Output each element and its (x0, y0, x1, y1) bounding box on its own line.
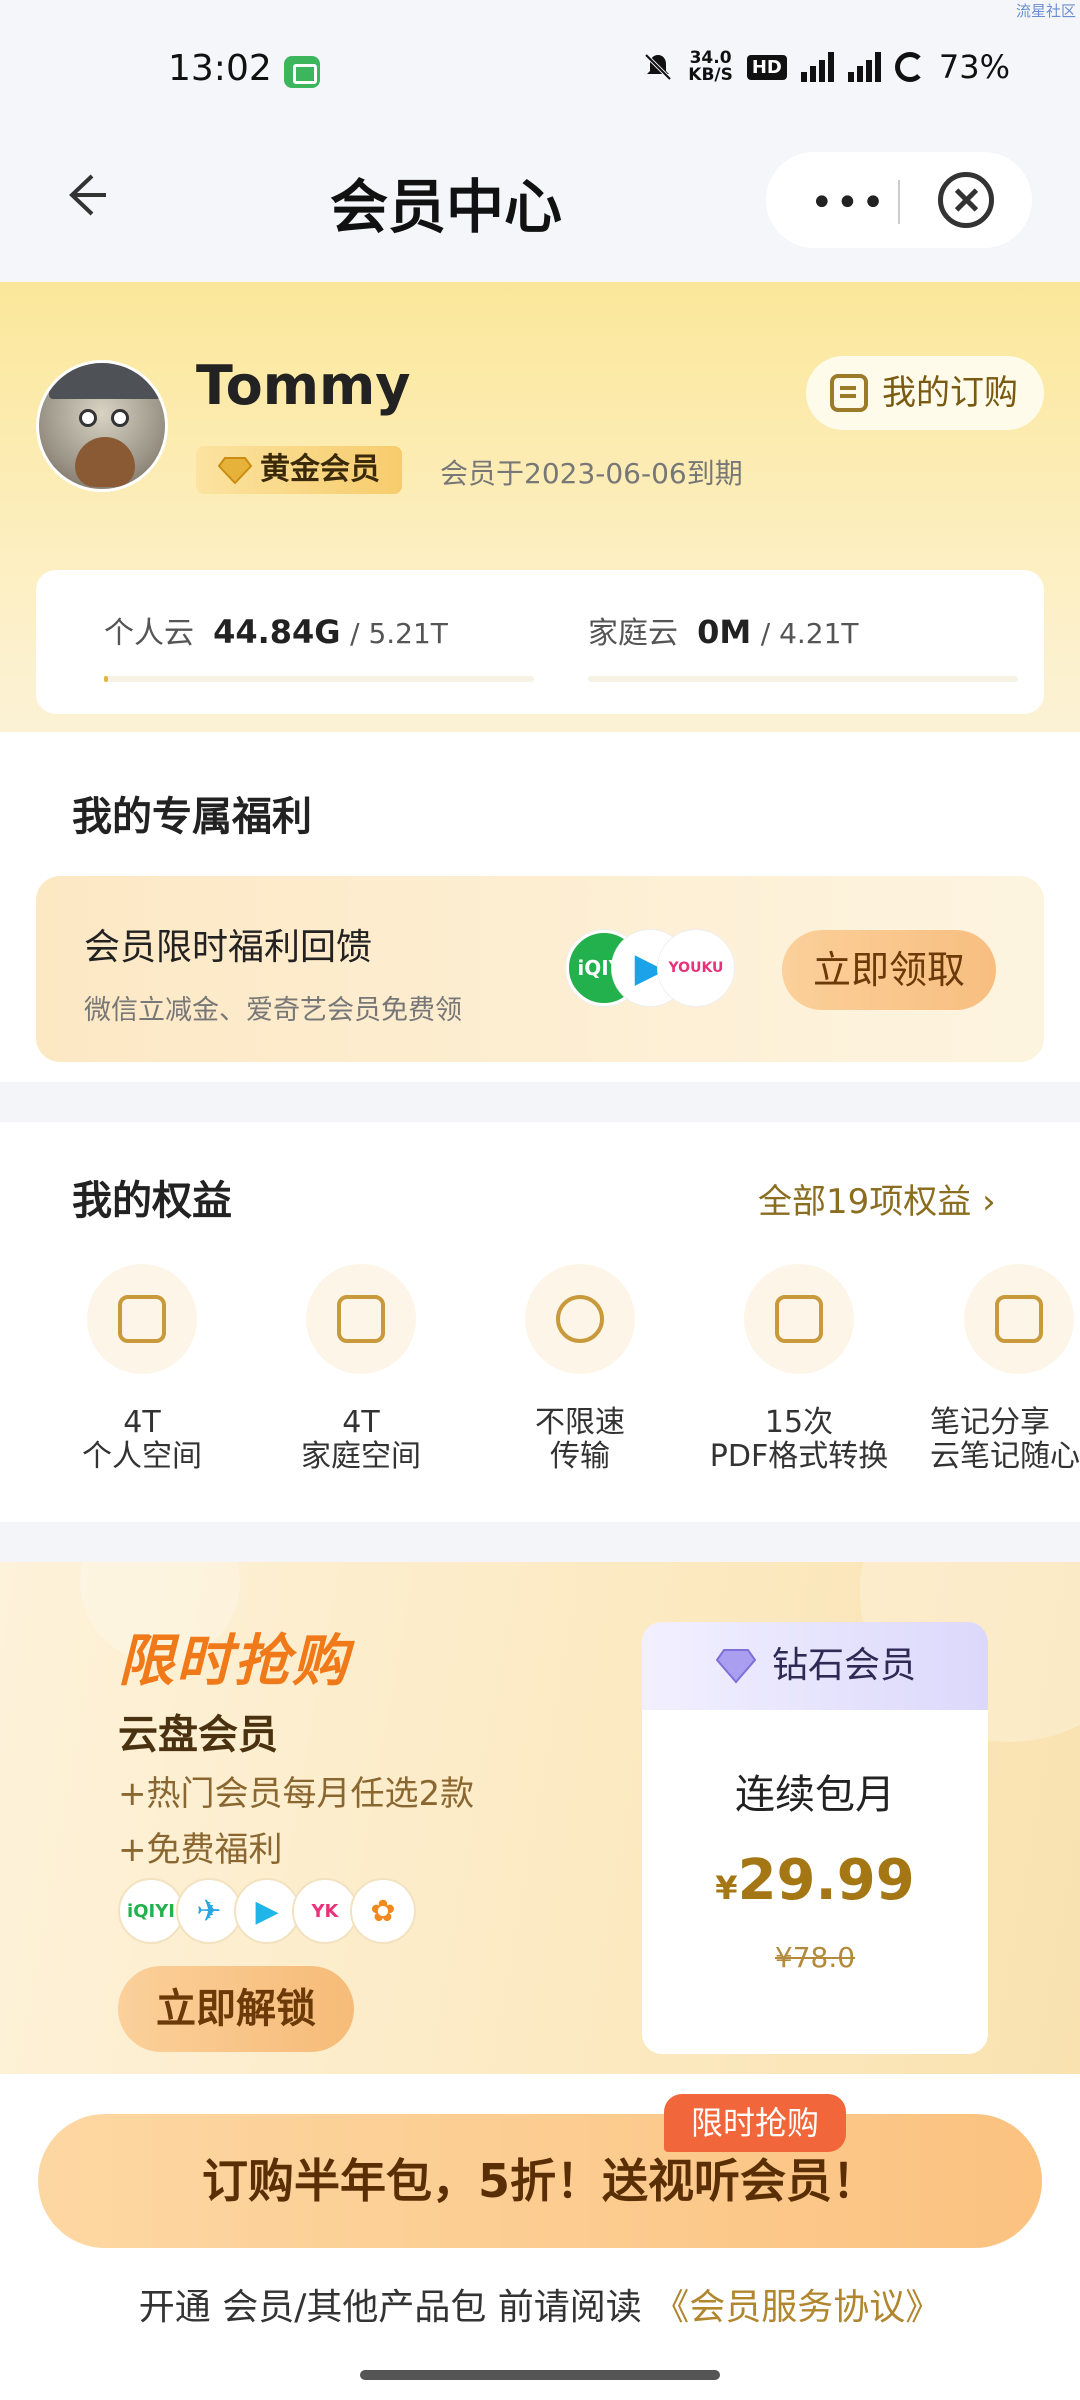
right-item-note-share[interactable]: 笔记分享 云笔记随心 (908, 1264, 1080, 1474)
welfare-card[interactable]: 会员限时福利回馈 微信立减金、爱奇艺会员免费领 iQIYI ▶ YOUKU 立即… (36, 876, 1044, 1062)
agreement-notice: 开通 会员/其他产品包 前请阅读 《会员服务协议》 (138, 2287, 942, 2328)
note-share-icon (964, 1264, 1074, 1374)
capsule-divider (898, 180, 900, 224)
section-title: 我的权益 (72, 1178, 232, 1224)
member-level-badge: 黄金会员 (196, 446, 402, 494)
lightning-icon (525, 1264, 635, 1374)
right-item-value: 不限速 (535, 1405, 625, 1440)
youku-logo-icon: YOUKU (658, 930, 734, 1006)
product-name: 云盘会员 (118, 1712, 278, 1758)
status-bar: 流星社区 13:02 34.0 KB/S HD 73% (0, 0, 1080, 110)
personal-cloud-usage: 个人云 44.84G / 5.21T (104, 613, 448, 651)
right-item-label: 云笔记随心 (930, 1439, 1080, 1474)
plan-price: ¥29.99 (715, 1848, 915, 1913)
mute-bell-icon (644, 53, 672, 81)
avatar[interactable] (36, 360, 168, 492)
status-icons: 34.0 KB/S HD 73% (642, 48, 1010, 86)
message-app-icon (284, 56, 320, 88)
right-item-label: 传输 (550, 1439, 610, 1474)
flash-sale-banner: 限时抢购 云盘会员 +热门会员每月任选2款 +免费福利 iQIYI ✈ ▶ YK… (0, 1562, 1080, 2074)
plan-cycle: 连续包月 (735, 1772, 895, 1818)
partner-app-logos: iQIYI ✈ ▶ YK ✿ (118, 1878, 416, 1944)
page-title: 会员中心 (330, 173, 563, 241)
welfare-subtitle: 微信立减金、爱奇艺会员免费领 (84, 995, 462, 1026)
right-item-label: 家庭空间 (301, 1439, 421, 1474)
signal-4g-icon (800, 52, 834, 82)
half-year-purchase-button[interactable]: 订购半年包，5折！送视听会员！ (38, 2114, 1042, 2248)
right-item-value: 4T (123, 1405, 161, 1440)
service-agreement-link[interactable]: 《会员服务协议》 (653, 2287, 941, 2328)
right-item-value: 笔记分享 (930, 1405, 1050, 1440)
unlock-now-button[interactable]: 立即解锁 (118, 1966, 354, 2052)
status-time: 13:02 (168, 48, 272, 89)
section-title: 我的专属福利 (72, 794, 312, 840)
battery-icon (894, 52, 925, 82)
mango-logo-icon: ✿ (350, 1878, 416, 1944)
product-benefit-2: +免费福利 (118, 1830, 283, 1870)
hard-drive-icon (87, 1264, 197, 1374)
tencent-video-logo-icon: ✈ (176, 1878, 242, 1944)
net-speed: 34.0 KB/S (688, 48, 733, 85)
iqiyi-logo-icon: iQIYI (118, 1878, 184, 1944)
right-item-value: 15次 (764, 1405, 834, 1440)
plan-header: 钻石会员 (642, 1622, 988, 1710)
home-indicator[interactable] (360, 2370, 720, 2380)
gold-diamond-icon (218, 457, 252, 484)
right-item-family-space[interactable]: 4T 家庭空间 (261, 1264, 461, 1474)
family-cloud-usage: 家庭云 0M / 4.21T (588, 613, 859, 651)
diamond-plan-card[interactable]: 钻石会员 连续包月 ¥29.99 ¥78.0 (642, 1622, 988, 2054)
order-list-icon (830, 374, 868, 412)
back-arrow-icon[interactable] (60, 170, 110, 220)
my-rights-section: 我的权益 全部19项权益 › 4T 个人空间 4T 家庭空间 不限速 传输 15… (0, 1122, 1080, 1522)
mini-program-capsule: ••• (766, 152, 1032, 248)
right-item-personal-space[interactable]: 4T 个人空间 (42, 1264, 242, 1474)
bottom-purchase-bar: 订购半年包，5折！送视听会员！ 限时抢购 开通 会员/其他产品包 前请阅读 《会… (0, 2074, 1080, 2400)
exclusive-welfare-section: 我的专属福利 会员限时福利回馈 微信立减金、爱奇艺会员免费领 iQIYI ▶ Y… (0, 732, 1080, 1082)
profile-header: Tommy 黄金会员 会员于2023-06-06到期 我的订购 个人云 44.8… (0, 282, 1080, 732)
right-item-label: 个人空间 (82, 1439, 202, 1474)
right-item-unlimited-speed[interactable]: 不限速 传输 (480, 1264, 680, 1474)
diamond-icon (716, 1649, 756, 1684)
my-order-button[interactable]: 我的订购 (806, 356, 1044, 430)
username: Tommy (196, 354, 411, 417)
hd-icon: HD (746, 54, 787, 80)
claim-now-button[interactable]: 立即领取 (782, 930, 996, 1010)
welfare-title: 会员限时福利回馈 (84, 927, 373, 968)
flash-sale-title: 限时抢购 (118, 1629, 350, 1694)
product-benefit-1: +热门会员每月任选2款 (118, 1774, 475, 1814)
plan-original-price: ¥78.0 (774, 1941, 856, 1974)
flash-sale-tag: 限时抢购 (664, 2094, 846, 2152)
personal-cloud-progress (104, 676, 534, 682)
home-cloud-icon (306, 1264, 416, 1374)
family-cloud-progress (588, 676, 1018, 682)
storage-card[interactable]: 个人云 44.84G / 5.21T 家庭云 0M / 4.21T (36, 570, 1044, 714)
youku-logo-icon: YK (292, 1878, 358, 1944)
all-rights-link[interactable]: 全部19项权益 › (758, 1174, 996, 1223)
expire-date: 会员于2023-06-06到期 (440, 457, 743, 490)
battery-percent: 73% (938, 48, 1010, 86)
close-icon[interactable] (938, 172, 994, 228)
right-item-label: PDF格式转换 (709, 1439, 889, 1474)
nav-bar: 会员中心 ••• (0, 110, 1080, 282)
right-item-pdf-convert[interactable]: 15次 PDF格式转换 (699, 1264, 899, 1474)
pdf-icon (744, 1264, 854, 1374)
watermark: 流星社区 (1015, 2, 1076, 20)
right-item-value: 4T (342, 1405, 380, 1440)
signal-5g-icon (847, 52, 881, 82)
more-icon[interactable]: ••• (810, 180, 887, 226)
video-play-logo-icon: ▶ (234, 1878, 300, 1944)
